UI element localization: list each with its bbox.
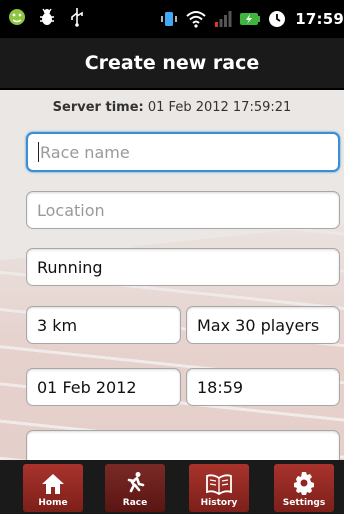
title-bar: Create new race — [0, 38, 344, 90]
distance-value: 3 km — [37, 315, 78, 335]
server-time-label: Server time: — [52, 100, 144, 115]
additional-field[interactable] — [26, 430, 340, 460]
nav-settings-label: Settings — [282, 498, 326, 508]
race-name-input[interactable]: Race name — [26, 132, 340, 172]
status-clock: 17:59 — [295, 10, 344, 28]
time-value: 18:59 — [197, 377, 244, 397]
alarm-icon — [266, 8, 288, 30]
nav-home-button[interactable]: Home — [23, 464, 83, 512]
book-icon — [206, 474, 232, 495]
time-picker[interactable]: 18:59 — [186, 368, 340, 406]
race-name-placeholder: Race name — [40, 142, 130, 162]
max-players-value: Max 30 players — [197, 315, 320, 335]
location-input[interactable]: Location — [26, 191, 340, 229]
signal-icon — [212, 8, 234, 30]
date-picker[interactable]: 01 Feb 2012 — [26, 368, 181, 406]
usb-icon — [66, 6, 88, 28]
gear-icon — [294, 472, 314, 495]
date-value: 01 Feb 2012 — [37, 377, 137, 397]
runner-icon — [127, 472, 145, 493]
page-title: Create new race — [84, 52, 260, 74]
distance-select[interactable]: 3 km — [26, 306, 181, 344]
nav-home-label: Home — [38, 498, 68, 508]
server-time-value: 01 Feb 2012 17:59:21 — [147, 100, 292, 115]
status-bar: 17:59 — [0, 0, 344, 38]
vibrate-icon — [158, 8, 180, 30]
location-placeholder: Location — [37, 200, 105, 220]
battery-icon — [239, 8, 261, 30]
android-icon — [6, 6, 28, 28]
bottom-nav: Home Race History Settings — [0, 460, 344, 514]
sport-value: Running — [37, 257, 103, 277]
nav-settings-button[interactable]: Settings — [274, 464, 334, 512]
nav-history-label: History — [200, 498, 238, 508]
wifi-icon — [185, 8, 207, 30]
nav-race-button[interactable]: Race — [105, 464, 165, 512]
home-icon — [42, 474, 64, 494]
sport-select[interactable]: Running — [26, 248, 340, 286]
nav-race-label: Race — [122, 498, 148, 508]
nav-history-button[interactable]: History — [189, 464, 249, 512]
server-time: Server time: 01 Feb 2012 17:59:21 — [0, 100, 344, 115]
bug-icon — [36, 6, 58, 28]
create-race-form: Server time: 01 Feb 2012 17:59:21 Race n… — [0, 90, 344, 460]
max-players-select[interactable]: Max 30 players — [186, 306, 340, 344]
